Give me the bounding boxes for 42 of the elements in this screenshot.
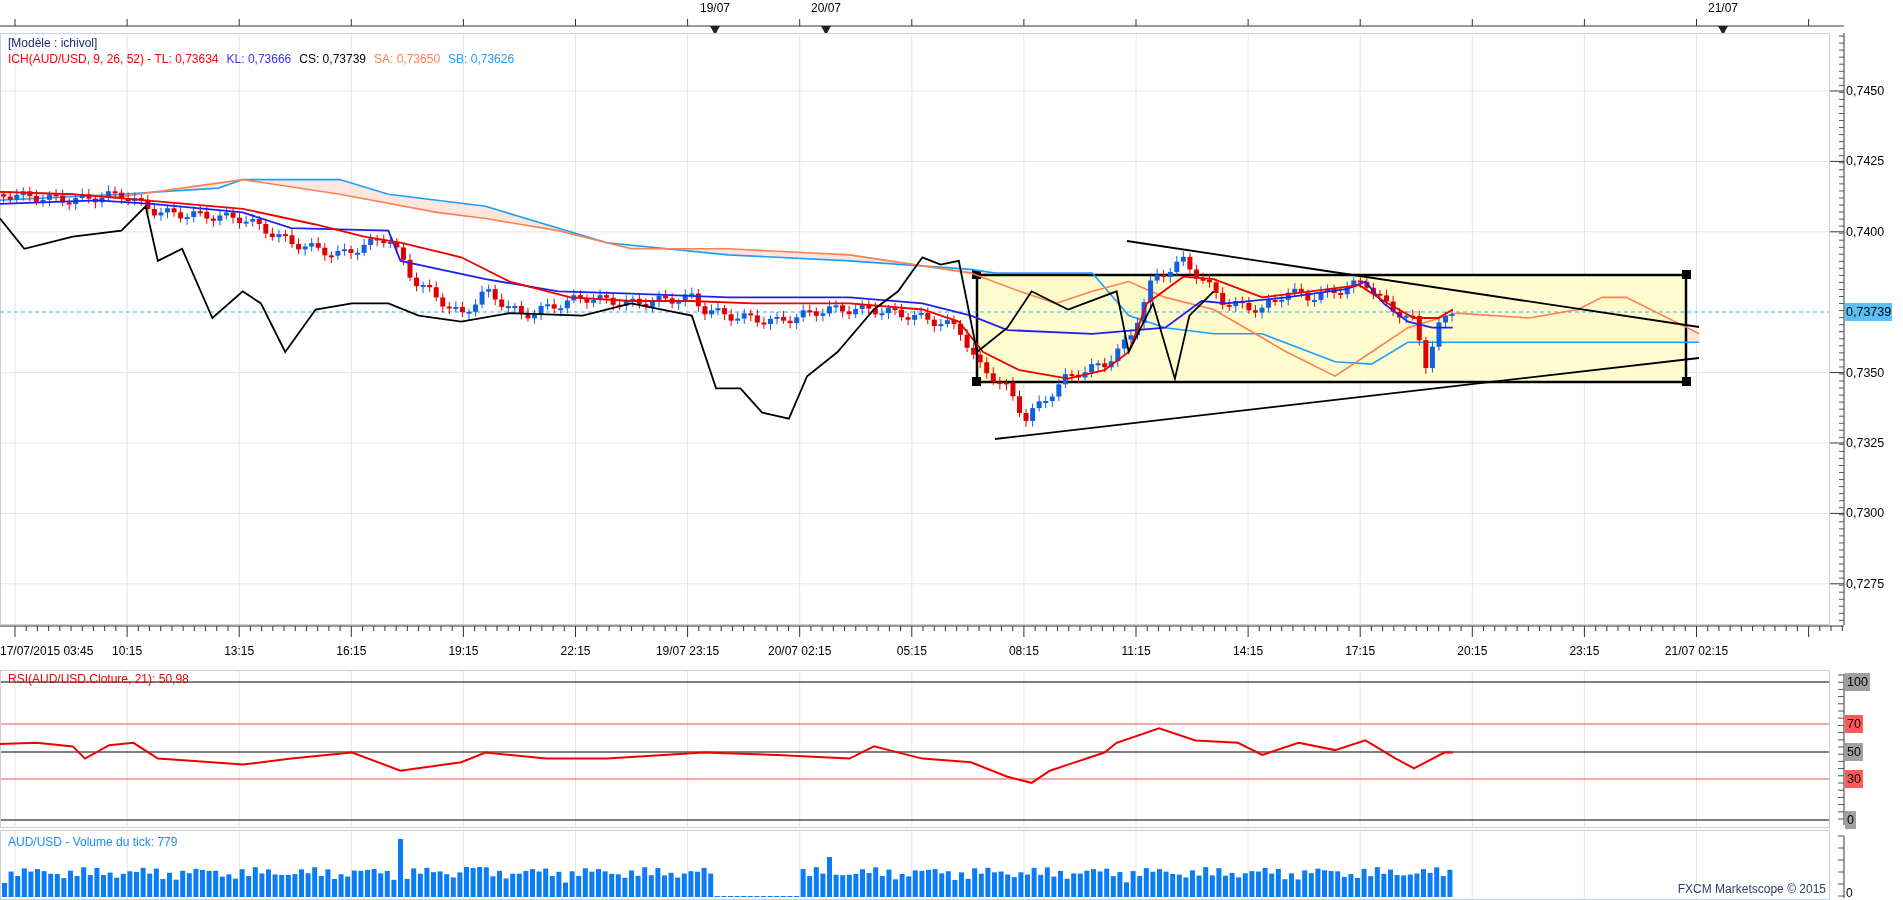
volume-axis-label: 0 xyxy=(1846,886,1853,900)
time-label: 14:15 xyxy=(1233,644,1264,658)
time-label: 16:15 xyxy=(336,644,367,658)
rsi-level-label: 30 xyxy=(1845,770,1863,788)
volume-label: AUD/USD - Volume du tick: 779 xyxy=(8,835,178,849)
rsi-level-label: 50 xyxy=(1845,743,1863,761)
time-label: 17/07/2015 03:45 xyxy=(0,644,94,658)
rsi-level-label: 0 xyxy=(1845,811,1856,829)
time-label: 21/07 02:15 xyxy=(1664,644,1729,658)
price-label: 0,7300 xyxy=(1846,505,1885,523)
rsi-label: RSI(AUD/USD.Cloture, 21): 50,98 xyxy=(8,672,189,686)
price-label: 0,7325 xyxy=(1846,435,1885,452)
date-label: 19/07 xyxy=(699,1,731,15)
time-label: 05:15 xyxy=(896,644,927,658)
time-label: 20:15 xyxy=(1457,644,1488,658)
copyright-text: FXCM Marketscope © 2015 xyxy=(1677,882,1826,896)
indicator-value: CS: 0,73739 xyxy=(299,51,366,67)
date-label: 20/07 xyxy=(810,1,842,15)
time-label: 19/07 23:15 xyxy=(655,644,720,658)
current-price-label: 0,73739 xyxy=(1845,303,1893,321)
indicator-value: KL: 0,73666 xyxy=(226,51,292,67)
price-label: 0,7400 xyxy=(1846,223,1885,241)
rsi-level-label: 100 xyxy=(1845,673,1870,691)
indicator-value: ICH(AUD/USD, 9, 26, 52) - TL: 0,73634 xyxy=(8,51,219,67)
time-label: 13:15 xyxy=(224,644,255,658)
indicator-value: SA: 0,73650 xyxy=(374,51,441,67)
time-label: 23:15 xyxy=(1569,644,1600,658)
rsi-level-label: 70 xyxy=(1845,715,1863,733)
price-label: 0,7450 xyxy=(1846,83,1885,100)
time-label: 17:15 xyxy=(1345,644,1376,658)
price-label: 0,7425 xyxy=(1846,153,1885,171)
time-label: 22:15 xyxy=(560,644,591,658)
price-label: 0,7275 xyxy=(1846,575,1885,593)
time-label: 19:15 xyxy=(448,644,479,658)
date-label: 21/07 xyxy=(1707,1,1739,15)
time-label: 08:15 xyxy=(1008,644,1039,658)
time-label: 10:15 xyxy=(112,644,143,658)
model-label: [Modèle : ichivol] xyxy=(8,35,99,51)
time-label: 11:15 xyxy=(1121,644,1151,658)
time-label: 20/07 02:15 xyxy=(768,644,832,658)
price-label: 0,7350 xyxy=(1846,364,1885,382)
indicator-value: SB: 0,73626 xyxy=(448,51,515,67)
